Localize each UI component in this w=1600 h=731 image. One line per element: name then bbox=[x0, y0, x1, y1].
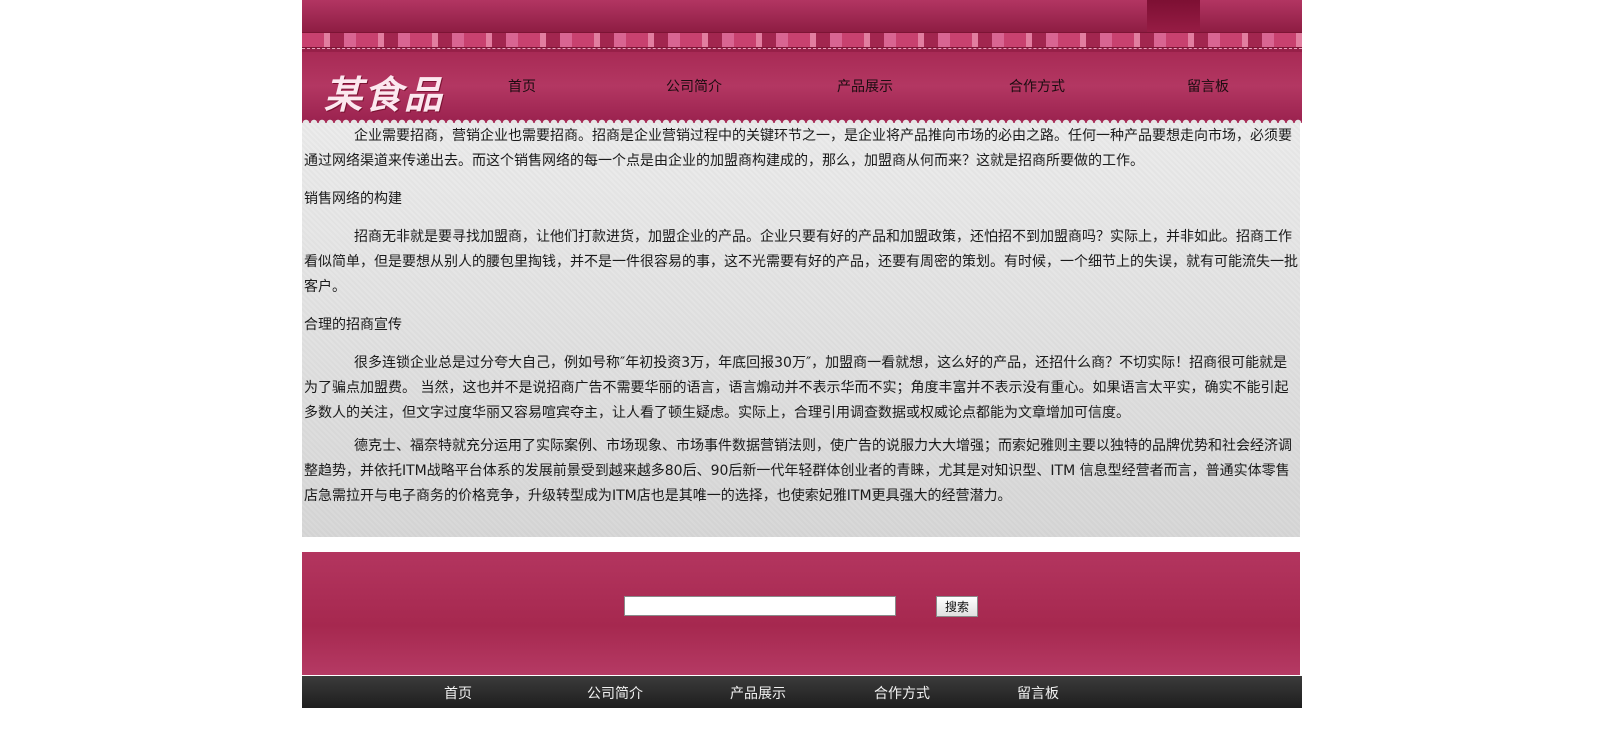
footer-nav-products[interactable]: 产品展示 bbox=[730, 683, 786, 703]
article-content: 企业需要招商，营销企业也需要招商。招商是企业营销过程中的关键环节之一，是企业将产… bbox=[302, 123, 1300, 537]
search-band: 搜索 bbox=[302, 548, 1300, 675]
search-button[interactable]: 搜索 bbox=[936, 596, 978, 617]
article-paragraph: 德克士、福奈特就充分运用了实际案例、市场现象、市场事件数据营销法则，使广告的说服… bbox=[304, 438, 1292, 504]
main-nav: 首页 公司简介 产品展示 合作方式 留言板 bbox=[402, 76, 1302, 98]
nav-home[interactable]: 首页 bbox=[508, 76, 536, 96]
nav-about[interactable]: 公司简介 bbox=[666, 76, 722, 96]
article-paragraph: 很多连锁企业总是过分夸大自己，例如号称″年初投资3万，年底回报30万″，加盟商一… bbox=[304, 355, 1289, 421]
footer-nav-about[interactable]: 公司简介 bbox=[587, 683, 643, 703]
footer-nav-guestbook[interactable]: 留言板 bbox=[1017, 683, 1059, 703]
article-paragraph: 招商无非就是要寻找加盟商，让他们打款进货，加盟企业的产品。企业只要有好的产品和加… bbox=[304, 229, 1298, 295]
header-scallop-edge bbox=[302, 116, 1302, 123]
header-stripe-decoration bbox=[302, 32, 1302, 48]
article-paragraph: 企业需要招商，营销企业也需要招商。招商是企业营销过程中的关键环节之一，是企业将产… bbox=[304, 128, 1292, 169]
nav-cooperation[interactable]: 合作方式 bbox=[1009, 76, 1065, 96]
header-stitch-line bbox=[302, 48, 1302, 49]
section-heading: 销售网络的构建 bbox=[304, 191, 402, 207]
search-scallop-edge bbox=[302, 548, 1300, 556]
footer-nav-cooperation[interactable]: 合作方式 bbox=[874, 683, 930, 703]
search-input[interactable] bbox=[624, 596, 896, 616]
header-tab-decoration bbox=[1147, 0, 1200, 32]
site-header: 某食品 首页 公司简介 产品展示 合作方式 留言板 bbox=[302, 0, 1302, 123]
nav-guestbook[interactable]: 留言板 bbox=[1187, 76, 1229, 96]
section-heading: 合理的招商宣传 bbox=[304, 317, 402, 333]
nav-products[interactable]: 产品展示 bbox=[837, 76, 893, 96]
footer-nav: 首页 公司简介 产品展示 合作方式 留言板 bbox=[302, 676, 1302, 708]
page-wrapper: 某食品 首页 公司简介 产品展示 合作方式 留言板 企业需要招商，营销企业也需要… bbox=[302, 0, 1302, 731]
footer-nav-home[interactable]: 首页 bbox=[444, 683, 472, 703]
